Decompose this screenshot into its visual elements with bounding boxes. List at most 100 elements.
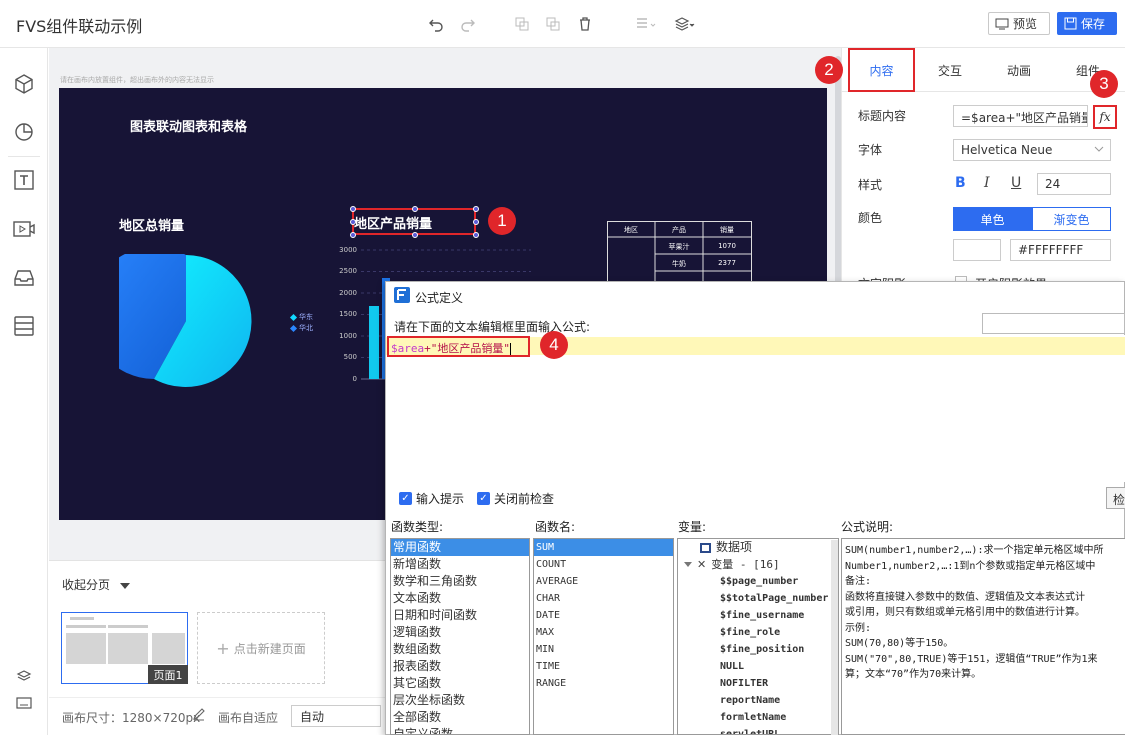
variable-tree[interactable]: 数据项 ✕ 变量 - [16] $$page_number $$totalPag… (677, 538, 839, 735)
resize-handle[interactable] (412, 206, 418, 212)
underline-icon[interactable]: U (1011, 175, 1021, 191)
collapse-pages-button[interactable]: 收起分页 (62, 576, 130, 593)
tree-leaf[interactable]: NOFILTER (678, 675, 838, 692)
cube-icon[interactable] (12, 72, 36, 96)
variable-scrollbar[interactable] (831, 540, 838, 735)
tab-content[interactable]: 内容 (848, 48, 915, 92)
input-hint-checkbox[interactable]: ✓ 输入提示 (399, 490, 464, 507)
list-item[interactable]: 全部函数 (391, 709, 529, 726)
variable-icon: ✕ (697, 558, 707, 571)
gradient-color-button[interactable]: 渐变色 (1032, 207, 1111, 231)
tree-leaf[interactable]: $$page_number (678, 573, 838, 590)
single-color-button[interactable]: 单色 (953, 207, 1032, 231)
list-item[interactable]: MIN (534, 641, 673, 658)
list-item[interactable]: 其它函数 (391, 675, 529, 692)
description-line: 函数将直接键入参数中的数值、逻辑值及文本表达式计 (845, 591, 1085, 603)
tab-interaction[interactable]: 交互 (917, 48, 983, 92)
color-swatch[interactable] (953, 239, 1001, 261)
list-item[interactable]: AVERAGE (534, 573, 673, 590)
layer-order-icon[interactable] (672, 14, 698, 34)
y-tick: 2000 (339, 289, 357, 297)
list-item[interactable]: 文本函数 (391, 590, 529, 607)
search-input[interactable] (982, 313, 1125, 334)
resize-handle[interactable] (350, 219, 356, 225)
formula-editor[interactable] (386, 335, 1125, 482)
bar-chart-title[interactable]: 地区产品销量 (354, 213, 432, 232)
list-item[interactable]: SUM (534, 539, 673, 556)
tree-leaf[interactable]: reportName (678, 692, 838, 709)
list-item[interactable]: DATE (534, 607, 673, 624)
formula-string: +"地区产品销量" (424, 342, 510, 355)
list-item[interactable]: 逻辑函数 (391, 624, 529, 641)
y-tick: 1500 (339, 310, 357, 318)
layers-icon[interactable] (16, 668, 32, 684)
list-item[interactable]: 新增函数 (391, 556, 529, 573)
func-type-list[interactable]: 常用函数 新增函数 数学和三角函数 文本函数 日期和时间函数 逻辑函数 数组函数… (390, 538, 530, 735)
resize-handle[interactable] (412, 232, 418, 238)
tree-leaf[interactable]: formletName (678, 709, 838, 726)
new-page-button[interactable]: + 点击新建页面 (197, 612, 325, 684)
resize-handle[interactable] (473, 232, 479, 238)
tree-node[interactable]: 数据项 (678, 539, 838, 556)
list-item[interactable]: 日期和时间函数 (391, 607, 529, 624)
tree-leaf[interactable]: servletURL (678, 726, 838, 734)
font-size-input[interactable]: 24 (1037, 173, 1111, 195)
redo-icon[interactable] (458, 14, 478, 34)
tree-leaf[interactable]: $fine_username (678, 607, 838, 624)
resize-handle[interactable] (473, 219, 479, 225)
list-item[interactable]: 数组函数 (391, 641, 529, 658)
list-item[interactable]: 常用函数 (391, 539, 529, 556)
list-item[interactable]: TIME (534, 658, 673, 675)
undo-icon[interactable] (426, 14, 446, 34)
align-icon[interactable] (633, 14, 659, 34)
pie-chart[interactable] (119, 254, 253, 390)
list-item[interactable]: CHAR (534, 590, 673, 607)
tab-animation[interactable]: 动画 (986, 48, 1052, 92)
list-item[interactable]: MAX (534, 624, 673, 641)
paste-icon[interactable] (543, 14, 563, 34)
table-icon[interactable] (12, 314, 36, 338)
resize-handle[interactable] (350, 206, 356, 212)
font-select[interactable]: Helvetica Neue (953, 139, 1111, 161)
close-check-checkbox[interactable]: ✓ 关闭前检查 (477, 490, 554, 507)
adapt-select[interactable]: 自动 (291, 705, 381, 727)
formula-text[interactable]: $area+"地区产品销量" (387, 336, 530, 357)
keyboard-icon[interactable] (16, 695, 32, 711)
func-type-header: 函数类型: (391, 520, 444, 534)
list-item[interactable]: RANGE (534, 675, 673, 692)
copy-icon[interactable] (512, 14, 532, 34)
inbox-icon[interactable] (12, 266, 36, 290)
color-hex-input[interactable]: #FFFFFFFF (1010, 239, 1111, 261)
check-formula-button[interactable]: 检 (1106, 487, 1125, 509)
list-item[interactable]: 报表函数 (391, 658, 529, 675)
preview-label: 预览 (1013, 17, 1038, 31)
tree-leaf[interactable]: $fine_role (678, 624, 838, 641)
preview-button[interactable]: 预览 (988, 12, 1050, 35)
tree-expand-icon (684, 562, 692, 567)
edit-icon[interactable] (192, 707, 206, 721)
list-item[interactable]: 层次坐标函数 (391, 692, 529, 709)
tree-node[interactable]: ✕ 变量 - [16] (678, 556, 838, 573)
table-cell: 苹果汁 (668, 243, 690, 251)
formula-fx-button[interactable]: fx (1093, 105, 1117, 129)
title-content-input[interactable]: =$area+"地区产品销量" (953, 105, 1088, 127)
func-name-list[interactable]: SUM COUNT AVERAGE CHAR DATE MAX MIN TIME… (533, 538, 674, 735)
delete-icon[interactable] (575, 14, 595, 34)
adapt-label: 画布自适应 (218, 711, 279, 725)
resize-handle[interactable] (473, 206, 479, 212)
tree-leaf[interactable]: $fine_position (678, 641, 838, 658)
resize-handle[interactable] (350, 232, 356, 238)
list-item[interactable]: 数学和三角函数 (391, 573, 529, 590)
media-icon[interactable] (12, 217, 36, 241)
list-item[interactable]: COUNT (534, 556, 673, 573)
table-cell: 2377 (718, 259, 736, 267)
bold-icon[interactable]: B (955, 175, 966, 191)
bar[interactable] (369, 306, 379, 379)
chart-pie-icon[interactable] (12, 119, 36, 143)
list-item[interactable]: 自定义函数 (391, 726, 529, 734)
text-icon[interactable] (12, 168, 36, 192)
italic-icon[interactable]: I (984, 175, 990, 191)
tree-leaf[interactable]: $$totalPage_number (678, 590, 838, 607)
save-button[interactable]: 保存 (1057, 12, 1117, 35)
tree-leaf[interactable]: NULL (678, 658, 838, 675)
